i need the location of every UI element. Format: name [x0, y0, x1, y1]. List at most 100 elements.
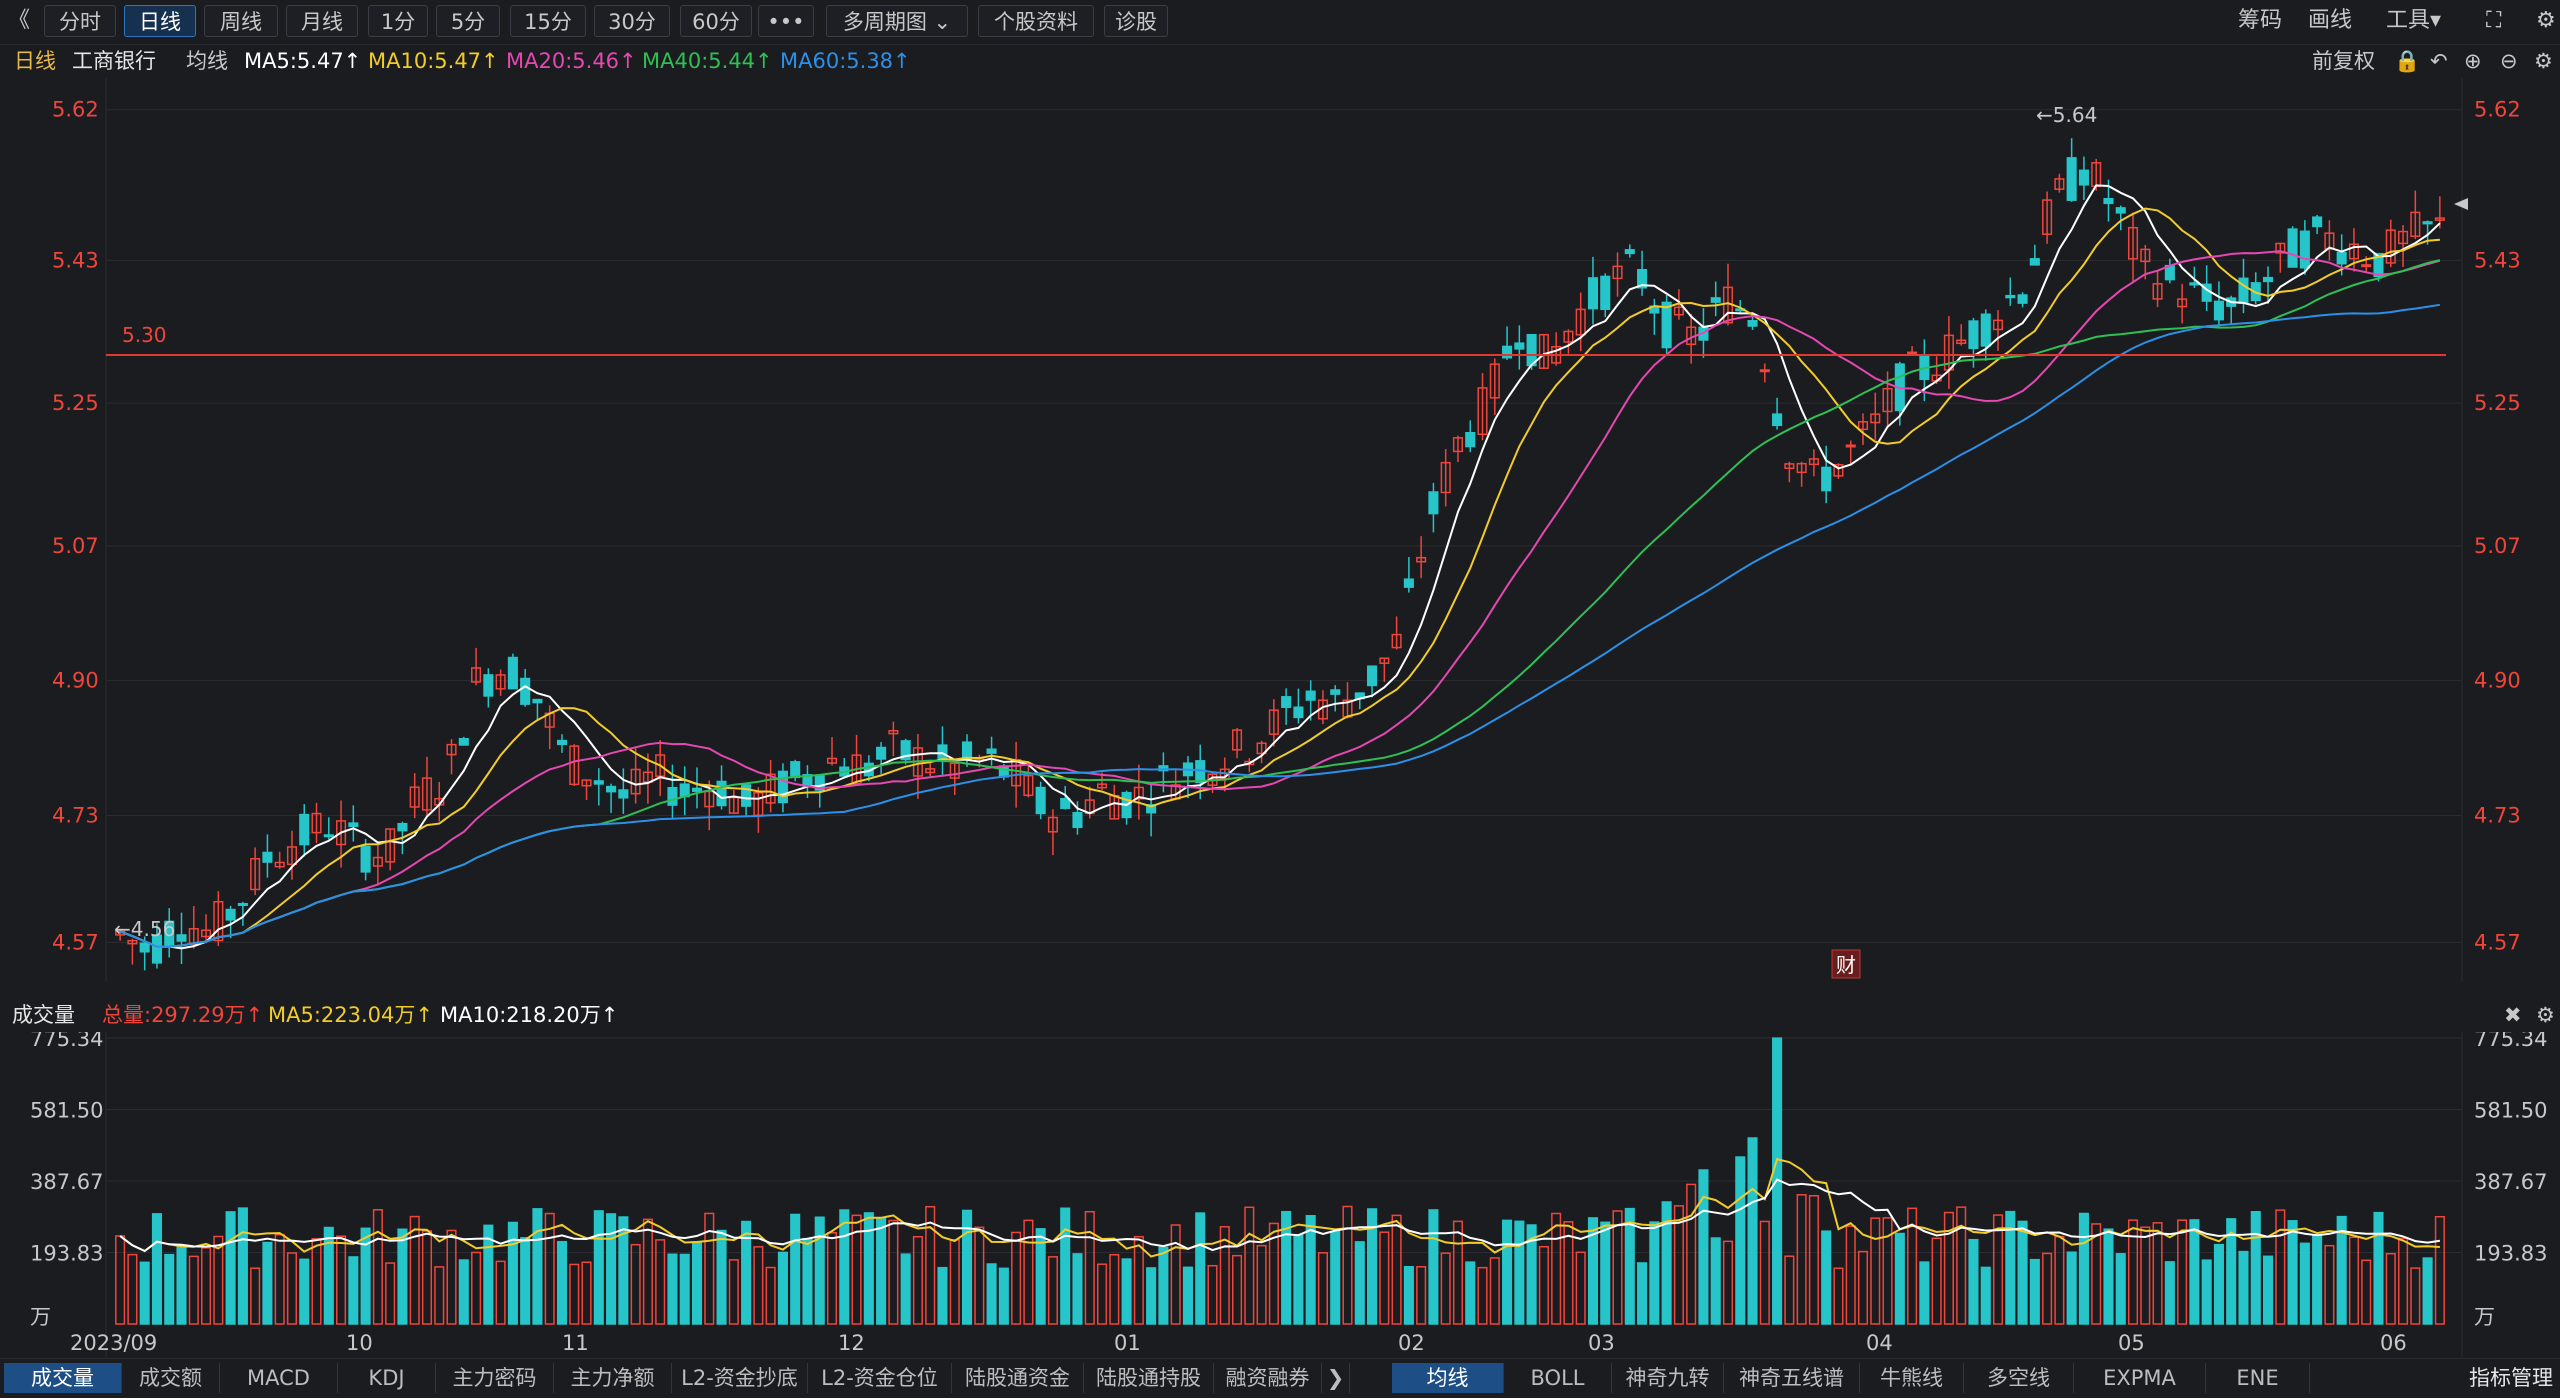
candle-body	[618, 789, 629, 799]
indicator-tab-4[interactable]: 主力密码	[436, 1363, 554, 1393]
indicator-tab-6[interactable]: L2-资金抄底	[672, 1363, 808, 1393]
x-axis-label-6: 03	[1588, 1331, 1615, 1355]
price-axis-right-2: 5.25	[2474, 391, 2521, 415]
candle-body	[876, 746, 887, 760]
period-button-10[interactable]: 多周期图 ⌄	[826, 5, 968, 37]
volume-bar	[606, 1213, 617, 1325]
period-button-2[interactable]: 周线	[204, 5, 278, 37]
period-button-9[interactable]: •••	[758, 5, 814, 37]
volume-bar	[1894, 1232, 1905, 1325]
overlay-tab-2[interactable]: 神奇九转	[1612, 1363, 1724, 1393]
indicator-tab-0[interactable]: 成交量	[4, 1363, 122, 1393]
candle-body	[1281, 696, 1292, 708]
fullscreen-icon[interactable]: ⛶	[2486, 5, 2501, 37]
lock-icon[interactable]: 🔒	[2394, 47, 2420, 75]
candle-body	[2103, 197, 2114, 205]
volume-bar	[839, 1209, 850, 1325]
indicator-manage-button[interactable]: 指标管理	[2462, 1363, 2560, 1393]
indicator-tab-10[interactable]: 融资融券	[1214, 1363, 1322, 1393]
candle-body	[483, 674, 494, 697]
candle-body	[2189, 282, 2200, 286]
period-button-0[interactable]: 分时	[44, 5, 116, 37]
volume-bar	[1710, 1237, 1721, 1325]
overlay-tab-6[interactable]: EXPMA	[2074, 1363, 2206, 1393]
period-button-12[interactable]: 诊股	[1104, 5, 1168, 37]
overlay-tab-1[interactable]: BOLL	[1504, 1363, 1612, 1393]
price-axis-right-0: 5.62	[2474, 98, 2521, 122]
overlay-tab-5[interactable]: 多空线	[1964, 1363, 2074, 1393]
adjust-mode[interactable]: 前复权	[2312, 47, 2375, 75]
indicator-tab-5[interactable]: 主力净额	[554, 1363, 672, 1393]
candle-body	[1759, 369, 1770, 373]
volume-bar	[900, 1253, 911, 1325]
indicator-tab-7[interactable]: L2-资金仓位	[808, 1363, 952, 1393]
price-axis-right-3: 5.07	[2474, 534, 2521, 558]
indicator-tab-3[interactable]: KDJ	[338, 1363, 436, 1393]
volume-bar	[532, 1208, 543, 1325]
period-button-1[interactable]: 日线	[124, 5, 196, 37]
volume-bar	[1747, 1137, 1758, 1325]
candle-body	[556, 739, 568, 746]
candle-body	[2078, 169, 2089, 186]
overlay-tab-3[interactable]: 神奇五线谱	[1724, 1363, 1860, 1393]
chips-button[interactable]: 筹码	[2238, 5, 2282, 37]
candle-body	[299, 813, 310, 846]
candle-body	[1600, 275, 1611, 311]
settings-icon[interactable]: ⚙	[2536, 5, 2556, 37]
zoom-out-icon[interactable]: ⊖	[2500, 47, 2518, 75]
volume-axis-right-0: 775.34	[2474, 1032, 2547, 1051]
candle-body	[1907, 351, 1918, 355]
volume-bar	[2103, 1228, 2114, 1325]
overlay-tab-4[interactable]: 牛熊线	[1860, 1363, 1964, 1393]
candle-body	[2017, 294, 2028, 304]
indicator-tab-9[interactable]: 陆股通持股	[1084, 1363, 1214, 1393]
x-axis-label-4: 01	[1114, 1331, 1141, 1355]
ma5-value: MA5:5.47↑	[244, 49, 362, 73]
period-button-7[interactable]: 30分	[594, 5, 670, 37]
stock-name[interactable]: 工商银行	[72, 47, 156, 75]
volume-axis-left-4: 万	[30, 1305, 51, 1329]
ma-label[interactable]: 均线	[186, 47, 228, 75]
undo-icon[interactable]: ↶	[2430, 47, 2448, 75]
overlay-tab-7[interactable]: ENE	[2206, 1363, 2310, 1393]
volume-chart[interactable]: 775.34 775.34 581.50 581.50 387.67 387.67 193.…	[0, 1032, 2560, 1358]
indicator-tab-8[interactable]: 陆股通资金	[952, 1363, 1084, 1393]
overlay-tab-0[interactable]: 均线	[1392, 1363, 1504, 1393]
volume-bar	[1121, 1258, 1132, 1325]
period-button-3[interactable]: 月线	[286, 5, 358, 37]
volume-axis-left-3: 193.83	[30, 1242, 103, 1266]
candle-body	[1403, 578, 1414, 588]
tools-menu-button[interactable]: 工具▾	[2386, 5, 2441, 37]
close-panel-icon[interactable]: ✖	[2504, 1001, 2522, 1029]
period-button-11[interactable]: 个股资料	[978, 5, 1094, 37]
volume-bar	[1428, 1209, 1439, 1325]
candle-body	[2287, 228, 2298, 268]
volume-axis-right-2: 387.67	[2474, 1170, 2547, 1194]
indicator-tab-1[interactable]: 成交额	[122, 1363, 220, 1393]
indicator-tabs: 成交量 成交额 MACD KDJ 主力密码 主力净额 L2-资金抄底 L2-资金仓位 陆股通资金…	[0, 1358, 2560, 1398]
period-button-5[interactable]: 5分	[436, 5, 500, 37]
period-button-8[interactable]: 60分	[680, 5, 752, 37]
settings-icon[interactable]: ⚙	[2534, 47, 2553, 75]
volume-bar	[2078, 1212, 2089, 1325]
settings-icon[interactable]: ⚙	[2536, 1001, 2555, 1029]
draw-line-button[interactable]: 画线	[2308, 5, 2352, 37]
candle-body	[397, 822, 408, 832]
period-button-4[interactable]: 1分	[368, 5, 428, 37]
period-button-6[interactable]: 15分	[510, 5, 586, 37]
candle-body	[139, 942, 150, 953]
volume-bar	[741, 1220, 752, 1325]
candle-body	[532, 698, 543, 704]
back-icon[interactable]: 《	[8, 5, 30, 37]
candlestick-chart[interactable]: 5.62 5.62 5.43 5.43 5.25 5.25 5.07 5.07 4.90 4.90…	[0, 78, 2560, 982]
ma-info-bar: 日线 工商银行 均线 MA5:5.47↑ MA10:5.47↑ MA20:5.4…	[0, 44, 2560, 78]
x-axis-label-1: 10	[346, 1331, 373, 1355]
volume-bar	[1514, 1220, 1525, 1325]
zoom-in-icon[interactable]: ⊕	[2464, 47, 2482, 75]
indicator-tab-2[interactable]: MACD	[220, 1363, 338, 1393]
candle-body	[1624, 249, 1635, 255]
candle-body	[1367, 665, 1378, 687]
indicator-tab-11[interactable]: ❯	[1322, 1363, 1350, 1393]
volume-bar	[802, 1237, 813, 1325]
volume-bar	[2213, 1243, 2224, 1325]
